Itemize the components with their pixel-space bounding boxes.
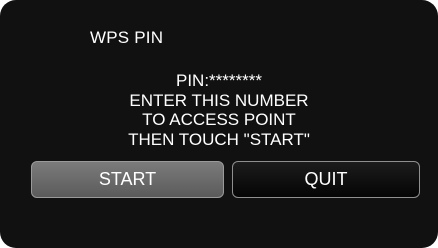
- start-button[interactable]: START: [31, 161, 224, 198]
- wps-pin-screen: WPS PIN PIN:******** ENTER THIS NUMBER T…: [0, 0, 438, 248]
- instruction-line-1: ENTER THIS NUMBER: [129, 90, 309, 110]
- start-button-label: START: [98, 169, 157, 189]
- pin-line: PIN:********: [176, 71, 262, 90]
- instruction-message: PIN:******** ENTER THIS NUMBER TO ACCESS…: [0, 71, 438, 149]
- instruction-line-2: TO ACCESS POINT: [142, 110, 296, 129]
- quit-button[interactable]: QUIT: [232, 161, 420, 198]
- instruction-line-3: THEN TOUCH "START": [128, 129, 310, 149]
- quit-button-label: QUIT: [304, 169, 348, 189]
- screen-title: WPS PIN: [90, 28, 164, 47]
